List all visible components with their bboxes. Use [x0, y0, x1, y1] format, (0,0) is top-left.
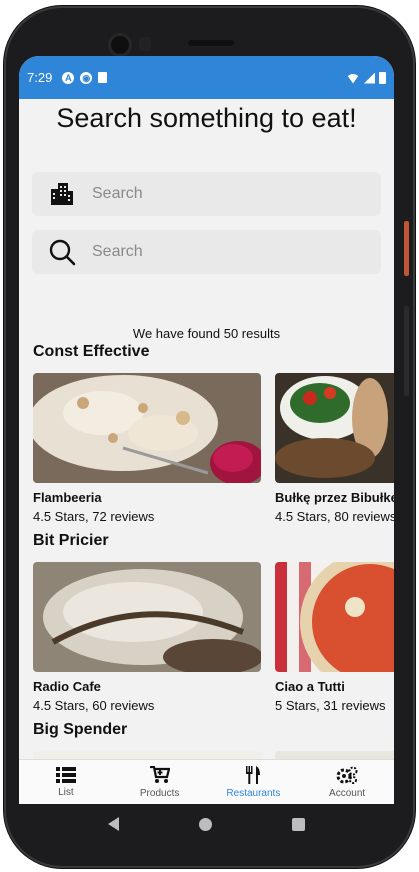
nav-label: Account [329, 787, 366, 799]
wifi-icon [346, 73, 360, 84]
main-content[interactable]: Search something to eat! Search Search W… [19, 99, 394, 759]
recents-button[interactable] [292, 817, 305, 831]
signal-icon [364, 72, 375, 84]
location-notification-icon: ◉ [80, 71, 93, 84]
restaurant-card[interactable]: Radio Cafe 4.5 Stars, 60 reviews [33, 562, 261, 713]
restaurant-card[interactable]: Ciao a Tutti 5 Stars, 31 reviews [275, 562, 394, 713]
status-bar: 7:29 A ◉ [19, 56, 394, 99]
results-count: We have found 50 results [132, 326, 281, 341]
restaurant-rating: 5 Stars, 31 reviews [275, 698, 386, 713]
nav-item-list[interactable]: List [19, 760, 113, 804]
section-title: Big Spender [33, 721, 128, 738]
search-icon [32, 238, 92, 266]
restaurant-rating: 4.5 Stars, 80 reviews [275, 509, 394, 524]
restaurant-card[interactable]: Flambeeria 4.5 Stars, 72 reviews [33, 373, 261, 524]
page-title: Search something to eat! [56, 103, 357, 133]
restaurant-name: Bułkę przez Bibułkę [275, 490, 394, 505]
status-time: 7:29 [27, 70, 53, 85]
nav-label: Products [139, 787, 180, 799]
city-icon [32, 181, 92, 207]
cart-icon [149, 765, 170, 783]
restaurant-photo [33, 562, 261, 672]
restaurant-photo [275, 751, 394, 759]
section-title: Bit Pricier [33, 532, 109, 549]
android-nav-bar [19, 804, 394, 844]
front-camera [111, 36, 129, 54]
sensor [139, 37, 151, 51]
back-button[interactable] [108, 817, 119, 831]
restaurant-name: Radio Cafe [33, 679, 101, 694]
restaurant-card[interactable] [33, 751, 261, 759]
battery-icon [379, 71, 386, 84]
restaurant-photo [33, 373, 261, 483]
volume-button[interactable] [404, 306, 409, 396]
restaurant-card[interactable] [275, 751, 394, 759]
nav-item-account[interactable]: Account [300, 760, 394, 804]
restaurant-photo [275, 562, 394, 672]
nav-label: Restaurants [226, 787, 281, 799]
bottom-nav: List Products Restaurants Account [19, 759, 394, 804]
restaurant-photo [275, 373, 394, 483]
restaurant-row[interactable] [33, 751, 394, 759]
food-search-field[interactable] [32, 230, 381, 274]
restaurant-row[interactable]: Flambeeria 4.5 Stars, 72 reviews Bułkę p… [33, 373, 394, 533]
nav-item-products[interactable]: Products [113, 760, 207, 804]
nav-item-restaurants[interactable]: Restaurants [207, 760, 301, 804]
nav-label: List [58, 786, 74, 798]
gears-icon [336, 766, 358, 784]
city-search-input[interactable] [92, 185, 352, 203]
app-notification-icon: A [62, 71, 75, 84]
app-screen: 7:29 A ◉ Search something to eat! Search… [19, 56, 394, 804]
list-icon [55, 766, 76, 783]
restaurant-rating: 4.5 Stars, 72 reviews [33, 509, 155, 524]
restaurant-row[interactable]: Radio Cafe 4.5 Stars, 60 reviews Ciao a … [33, 562, 394, 722]
sdcard-icon [98, 72, 108, 83]
restaurant-name: Ciao a Tutti [275, 679, 345, 694]
restaurant-card[interactable]: Bułkę przez Bibułkę 4.5 Stars, 80 review… [275, 373, 394, 524]
restaurant-rating: 4.5 Stars, 60 reviews [33, 698, 155, 713]
food-search-input[interactable] [92, 243, 352, 261]
earpiece-speaker [188, 40, 234, 46]
utensils-icon [246, 765, 261, 784]
city-search-field[interactable] [32, 172, 381, 216]
restaurant-photo [33, 751, 261, 759]
restaurant-name: Flambeeria [33, 490, 102, 505]
home-button[interactable] [199, 817, 212, 831]
section-title: Const Effective [33, 343, 150, 360]
power-button[interactable] [404, 221, 409, 276]
